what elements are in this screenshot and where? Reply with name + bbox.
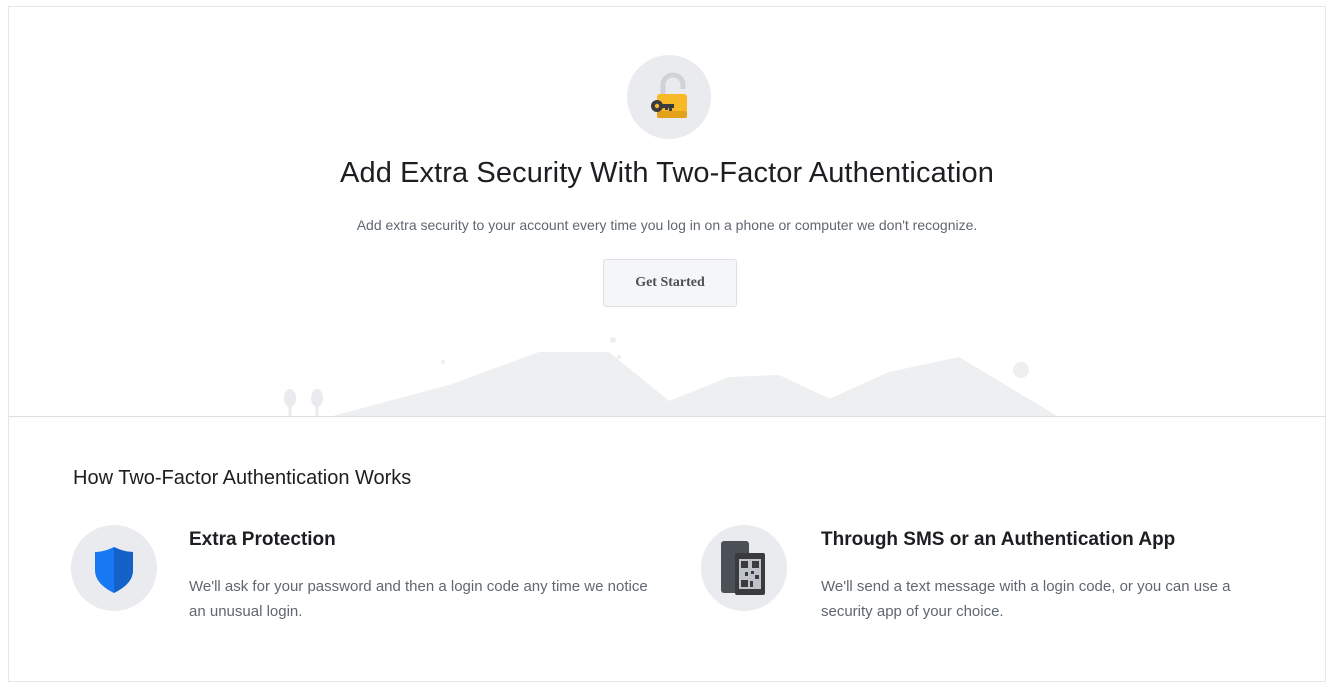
feature-description: We'll send a text message with a login c…	[821, 578, 1231, 620]
how-it-works-heading: How Two-Factor Authentication Works	[73, 467, 412, 489]
landscape-illustration	[284, 337, 1058, 416]
phone-qr-icon	[701, 525, 787, 611]
lock-key-icon	[627, 55, 711, 139]
page-subtitle: Add extra security to your account every…	[356, 217, 978, 233]
feature-description: We'll ask for your password and then a l…	[189, 578, 648, 620]
hero-section: Add Extra Security With Two-Factor Authe…	[9, 7, 1325, 417]
get-started-button[interactable]: Get Started	[603, 259, 737, 307]
feature-title: Through SMS or an Authentication App	[821, 529, 1176, 550]
feature-title: Extra Protection	[189, 529, 336, 550]
page-title: Add Extra Security With Two-Factor Authe…	[340, 157, 994, 189]
two-factor-card: Add Extra Security With Two-Factor Authe…	[8, 6, 1326, 682]
shield-icon	[71, 525, 157, 611]
